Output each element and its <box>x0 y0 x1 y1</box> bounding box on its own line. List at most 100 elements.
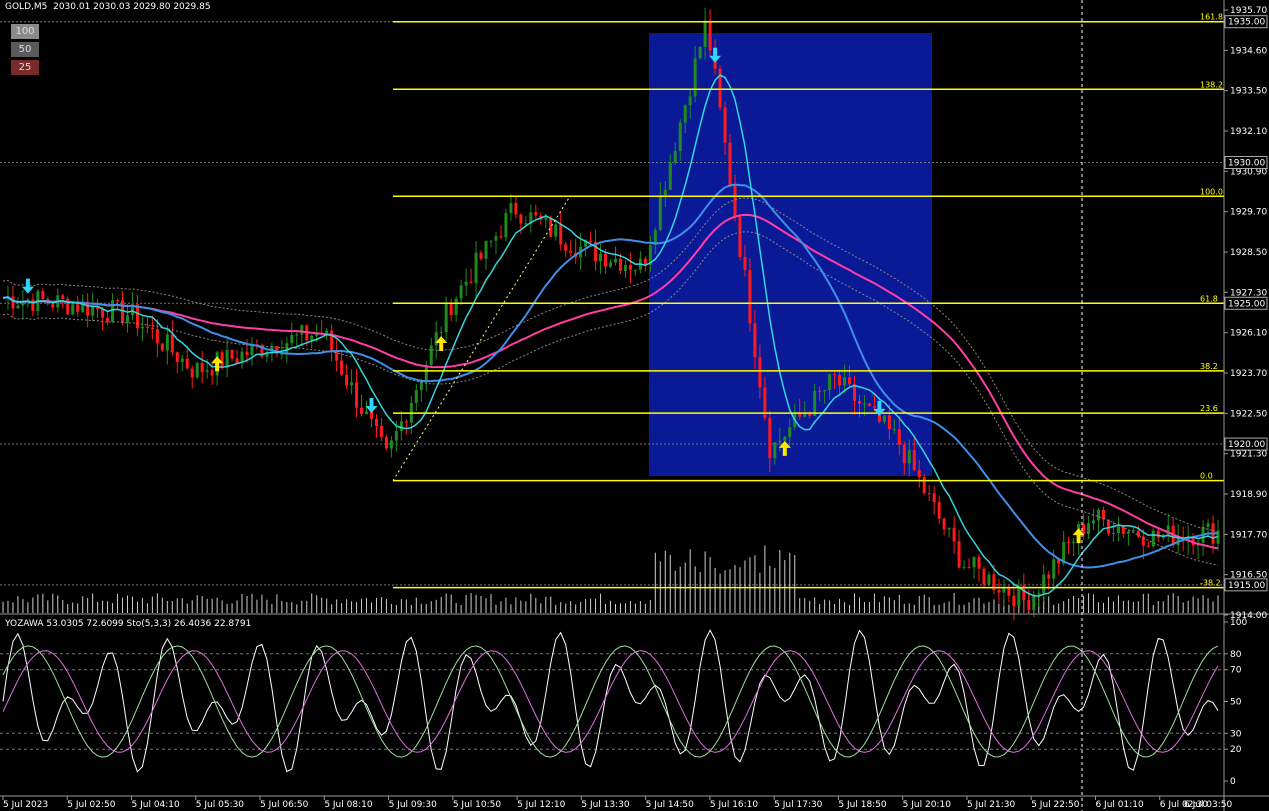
sell-arrow-icon <box>21 278 34 294</box>
candle-body <box>1092 520 1096 524</box>
candle-body <box>245 351 249 355</box>
candle-body <box>300 325 304 335</box>
candle-body <box>932 493 936 503</box>
time-tick-label: 5 Jul 02:50 <box>67 800 116 810</box>
candle-body <box>439 332 443 334</box>
candle-body <box>374 418 378 427</box>
fibonacci-label: -38.2 <box>1200 579 1221 588</box>
candle-body <box>76 304 80 312</box>
fibonacci-label: 161.8 <box>1200 13 1223 22</box>
candle-body <box>942 518 946 530</box>
candle-body <box>459 285 463 299</box>
price-tick-label: 1918.90 <box>1230 490 1267 500</box>
candle-body <box>544 217 548 220</box>
candle-body <box>424 364 428 382</box>
candle-body <box>295 334 299 336</box>
candle-body <box>379 426 383 437</box>
candle-body <box>902 444 906 464</box>
candle-body <box>1106 519 1110 534</box>
candle-body <box>489 240 493 242</box>
candle-body <box>340 360 344 375</box>
candle-body <box>997 590 1001 593</box>
candle-body <box>927 493 931 495</box>
candle-body <box>897 429 901 445</box>
chart-header: GOLD,M5 2030.01 2030.03 2029.80 2029.85 <box>5 2 211 12</box>
candle-body <box>1206 523 1210 527</box>
candle-body <box>1052 559 1056 579</box>
candle-body <box>91 306 95 316</box>
candle-body <box>195 363 199 378</box>
candle-body <box>982 568 986 585</box>
candle-body <box>688 96 692 106</box>
candle-body <box>16 305 20 309</box>
candle-body <box>1047 574 1051 579</box>
candle-body <box>609 262 613 267</box>
oscillator-tick-label: 0 <box>1230 777 1236 787</box>
time-tick-label: 5 Jul 09:30 <box>389 800 438 810</box>
price-tick-label: 1935.70 <box>1230 6 1267 16</box>
time-tick-label: 5 Jul 17:30 <box>774 800 823 810</box>
candle-body <box>200 363 204 373</box>
candle-body <box>185 358 189 369</box>
candle-body <box>434 332 438 346</box>
candle-body <box>853 384 857 401</box>
oscillator-pane <box>0 629 1224 773</box>
candle-body <box>887 415 891 430</box>
candle-body <box>355 382 359 408</box>
candle-body <box>1037 593 1041 595</box>
candle-body <box>947 527 951 530</box>
time-tick-label: 5 Jul 16:10 <box>710 800 759 810</box>
candle-body <box>51 303 55 308</box>
candle-body <box>743 256 747 270</box>
candle-body <box>155 329 159 344</box>
candle-body <box>703 20 707 48</box>
price-tick-label: 1934.60 <box>1230 46 1267 56</box>
candle-body <box>1007 587 1011 596</box>
chart-canvas[interactable]: 161.8 138.2 100.0 61.8 38.2 23.6 0.0 -38.2 1935… <box>0 0 1269 811</box>
candle-body <box>658 195 662 231</box>
candle-body <box>768 417 772 459</box>
candle-body <box>733 185 737 217</box>
candle-body <box>633 269 637 271</box>
zoom-button-100[interactable]: 100 <box>11 24 39 39</box>
candle-body <box>778 440 782 443</box>
candle-body <box>554 224 558 237</box>
oscillator-tick-label: 50 <box>1230 698 1242 708</box>
candle-body <box>728 142 732 186</box>
time-tick-label: 6 Jul 03:50 <box>1184 800 1233 810</box>
candle-body <box>937 502 941 519</box>
candle-body <box>464 281 468 286</box>
candle-body <box>160 343 164 351</box>
candle-body <box>220 352 224 368</box>
candle-body <box>225 349 229 368</box>
candle-body <box>165 334 169 351</box>
price-tick-label: 1929.70 <box>1230 208 1267 218</box>
candle-body <box>708 20 712 51</box>
candle-body <box>738 216 742 257</box>
price-tick-label: 1932.10 <box>1230 127 1267 137</box>
candle-body <box>808 413 812 417</box>
candle-body <box>962 566 966 568</box>
zoom-button-25[interactable]: 25 <box>11 60 39 75</box>
zoom-button-50[interactable]: 50 <box>11 42 39 57</box>
candle-body <box>479 252 483 259</box>
ma-envelope-lower <box>2 231 1219 566</box>
ma-mid-line <box>2 183 1219 569</box>
price-tick-label: 1921.30 <box>1230 450 1267 460</box>
candle-body <box>1012 595 1016 607</box>
time-tick-label: 5 Jul 10:50 <box>453 800 502 810</box>
candle-body <box>140 326 144 329</box>
candle-body <box>599 253 603 262</box>
candle-body <box>116 300 120 302</box>
price-tick-label: 1917.70 <box>1230 530 1267 540</box>
candle-body <box>1146 545 1150 547</box>
time-tick-label: 5 Jul 22:50 <box>1031 800 1080 810</box>
candle-body <box>663 189 667 196</box>
candle-body <box>922 477 926 494</box>
candle-body <box>454 298 458 315</box>
axes: 1935.701934.601933.501932.101930.901929.… <box>0 0 1269 811</box>
candle-body <box>205 370 209 373</box>
candle-body <box>972 557 976 568</box>
candle-body <box>384 436 388 449</box>
candle-body <box>106 317 110 322</box>
